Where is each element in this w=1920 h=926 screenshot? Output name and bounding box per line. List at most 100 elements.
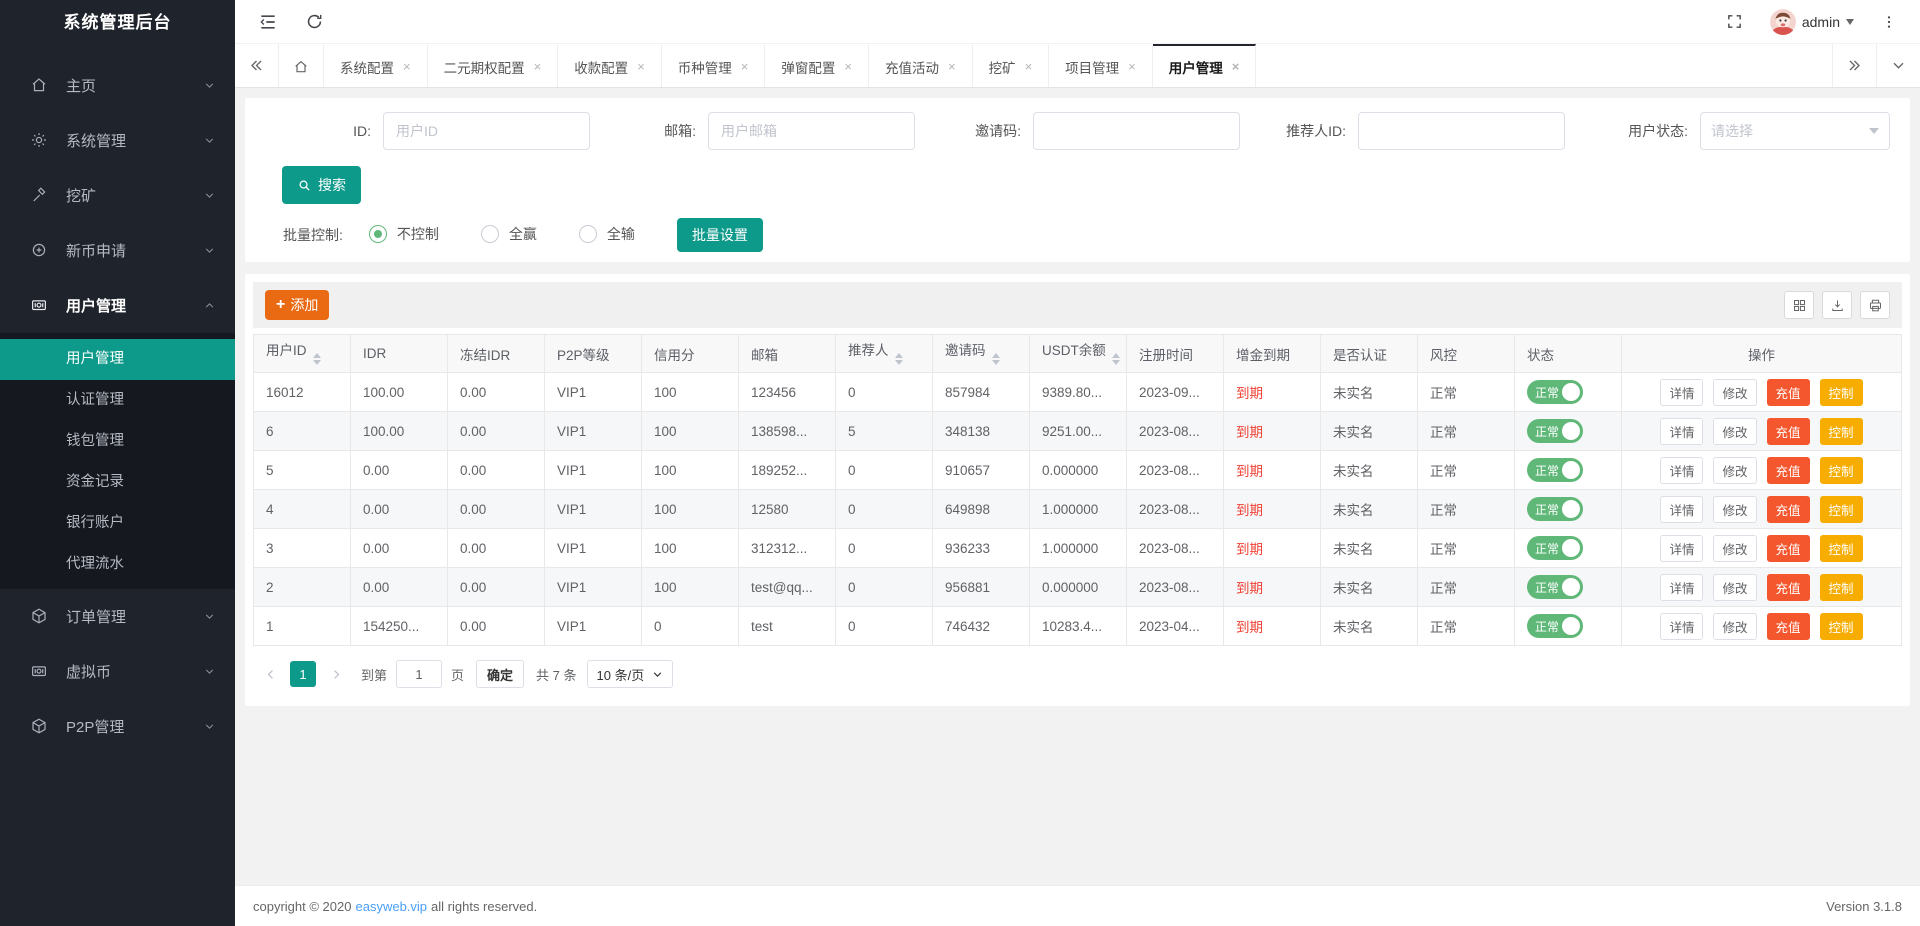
action-充值-button[interactable]: 充值	[1767, 613, 1810, 640]
user-status-select[interactable]: 请选择	[1700, 112, 1890, 150]
sidebar-subitem-认证管理[interactable]: 认证管理	[0, 380, 235, 421]
tab-close-icon[interactable]: ×	[534, 60, 542, 73]
sidebar-item-挖矿[interactable]: 挖矿	[0, 168, 235, 223]
tab-close-icon[interactable]: ×	[637, 60, 645, 73]
next-page-icon[interactable]	[325, 661, 347, 687]
sort-icon[interactable]	[992, 349, 1000, 369]
action-修改-button[interactable]: 修改	[1713, 613, 1756, 640]
sidebar-item-P2P管理[interactable]: P2P管理	[0, 699, 235, 754]
sidebar-subitem-用户管理[interactable]: 用户管理	[0, 339, 235, 380]
avatar[interactable]	[1770, 9, 1796, 35]
tab-close-icon[interactable]: ×	[403, 60, 411, 73]
radio-全赢[interactable]: 全赢	[481, 224, 537, 244]
sidebar-item-虚拟币[interactable]: 虚拟币	[0, 644, 235, 699]
action-充值-button[interactable]: 充值	[1767, 574, 1810, 601]
radio-不控制[interactable]: 不控制	[369, 224, 439, 244]
current-page[interactable]: 1	[290, 661, 316, 687]
tabs-dropdown-icon[interactable]	[1876, 44, 1920, 87]
status-toggle[interactable]: 正常	[1527, 497, 1583, 521]
action-控制-button[interactable]: 控制	[1820, 418, 1863, 445]
sort-icon[interactable]	[313, 349, 321, 369]
filter-input[interactable]	[1358, 112, 1565, 150]
col-邀请码[interactable]: 邀请码	[933, 335, 1030, 373]
action-控制-button[interactable]: 控制	[1820, 457, 1863, 484]
action-充值-button[interactable]: 充值	[1767, 379, 1810, 406]
action-控制-button[interactable]: 控制	[1820, 613, 1863, 640]
tab-close-icon[interactable]: ×	[1025, 60, 1033, 73]
sort-icon[interactable]	[1112, 349, 1120, 369]
col-USDT余额[interactable]: USDT余额	[1030, 335, 1127, 373]
batch-set-button[interactable]: 批量设置	[677, 218, 763, 252]
search-button[interactable]: 搜索	[282, 166, 361, 204]
tab-充值活动[interactable]: 充值活动 ×	[869, 44, 973, 87]
filter-input[interactable]	[1033, 112, 1240, 150]
action-详情-button[interactable]: 详情	[1660, 613, 1703, 640]
sidebar-item-订单管理[interactable]: 订单管理	[0, 589, 235, 644]
filter-input[interactable]	[383, 112, 590, 150]
tab-币种管理[interactable]: 币种管理 ×	[662, 44, 766, 87]
action-控制-button[interactable]: 控制	[1820, 574, 1863, 601]
add-button[interactable]: + 添加	[265, 290, 329, 320]
action-修改-button[interactable]: 修改	[1713, 496, 1756, 523]
goto-page-input[interactable]	[396, 660, 442, 688]
tab-收款配置[interactable]: 收款配置 ×	[558, 44, 662, 87]
grid-icon-button[interactable]	[1784, 291, 1814, 319]
action-修改-button[interactable]: 修改	[1713, 379, 1756, 406]
action-详情-button[interactable]: 详情	[1660, 379, 1703, 406]
sidebar-item-新币申请[interactable]: 新币申请	[0, 223, 235, 278]
action-控制-button[interactable]: 控制	[1820, 496, 1863, 523]
sidebar-item-系统管理[interactable]: 系统管理	[0, 113, 235, 168]
page-size-select[interactable]: 10 条/页	[587, 660, 674, 688]
print-icon-button[interactable]	[1860, 291, 1890, 319]
sidebar-subitem-银行账户[interactable]: 银行账户	[0, 503, 235, 544]
sidebar-subitem-资金记录[interactable]: 资金记录	[0, 462, 235, 503]
col-用户ID[interactable]: 用户ID	[254, 335, 351, 373]
action-修改-button[interactable]: 修改	[1713, 418, 1756, 445]
sidebar-subitem-代理流水[interactable]: 代理流水	[0, 544, 235, 585]
footer-link[interactable]: easyweb.vip	[355, 899, 427, 914]
action-详情-button[interactable]: 详情	[1660, 574, 1703, 601]
tabs-scroll-right-icon[interactable]	[1832, 44, 1876, 87]
tab-close-icon[interactable]: ×	[948, 60, 956, 73]
action-控制-button[interactable]: 控制	[1820, 535, 1863, 562]
status-toggle[interactable]: 正常	[1527, 614, 1583, 638]
tab-挖矿[interactable]: 挖矿 ×	[973, 44, 1050, 87]
refresh-icon[interactable]	[297, 5, 331, 39]
col-推荐人[interactable]: 推荐人	[836, 335, 933, 373]
action-充值-button[interactable]: 充值	[1767, 535, 1810, 562]
status-toggle[interactable]: 正常	[1527, 575, 1583, 599]
action-修改-button[interactable]: 修改	[1713, 457, 1756, 484]
download-icon-button[interactable]	[1822, 291, 1852, 319]
tab-系统配置[interactable]: 系统配置 ×	[324, 44, 428, 87]
tab-close-icon[interactable]: ×	[1128, 60, 1136, 73]
sidebar-item-用户管理[interactable]: 用户管理	[0, 278, 235, 333]
tab-close-icon[interactable]: ×	[844, 60, 852, 73]
action-详情-button[interactable]: 详情	[1660, 457, 1703, 484]
status-toggle[interactable]: 正常	[1527, 380, 1583, 404]
sidebar-subitem-钱包管理[interactable]: 钱包管理	[0, 421, 235, 462]
action-详情-button[interactable]: 详情	[1660, 418, 1703, 445]
tab-弹窗配置[interactable]: 弹窗配置 ×	[765, 44, 869, 87]
action-控制-button[interactable]: 控制	[1820, 379, 1863, 406]
action-充值-button[interactable]: 充值	[1767, 496, 1810, 523]
action-修改-button[interactable]: 修改	[1713, 574, 1756, 601]
sort-icon[interactable]	[895, 349, 903, 369]
radio-全输[interactable]: 全输	[579, 224, 635, 244]
sidebar-collapse-icon[interactable]	[251, 5, 285, 39]
prev-page-icon[interactable]	[259, 661, 281, 687]
tab-项目管理[interactable]: 项目管理 ×	[1049, 44, 1153, 87]
action-充值-button[interactable]: 充值	[1767, 457, 1810, 484]
action-修改-button[interactable]: 修改	[1713, 535, 1756, 562]
more-menu-icon[interactable]	[1872, 5, 1906, 39]
tab-home[interactable]	[279, 44, 324, 87]
sidebar-item-主页[interactable]: 主页	[0, 58, 235, 113]
tab-二元期权配置[interactable]: 二元期权配置 ×	[428, 44, 559, 87]
tab-close-icon[interactable]: ×	[741, 60, 749, 73]
fullscreen-icon[interactable]	[1718, 5, 1752, 39]
tab-close-icon[interactable]: ×	[1232, 60, 1240, 73]
tab-用户管理[interactable]: 用户管理 ×	[1153, 44, 1257, 87]
action-详情-button[interactable]: 详情	[1660, 496, 1703, 523]
status-toggle[interactable]: 正常	[1527, 458, 1583, 482]
goto-confirm-button[interactable]: 确定	[476, 660, 524, 688]
tabs-scroll-left-icon[interactable]	[235, 44, 279, 87]
